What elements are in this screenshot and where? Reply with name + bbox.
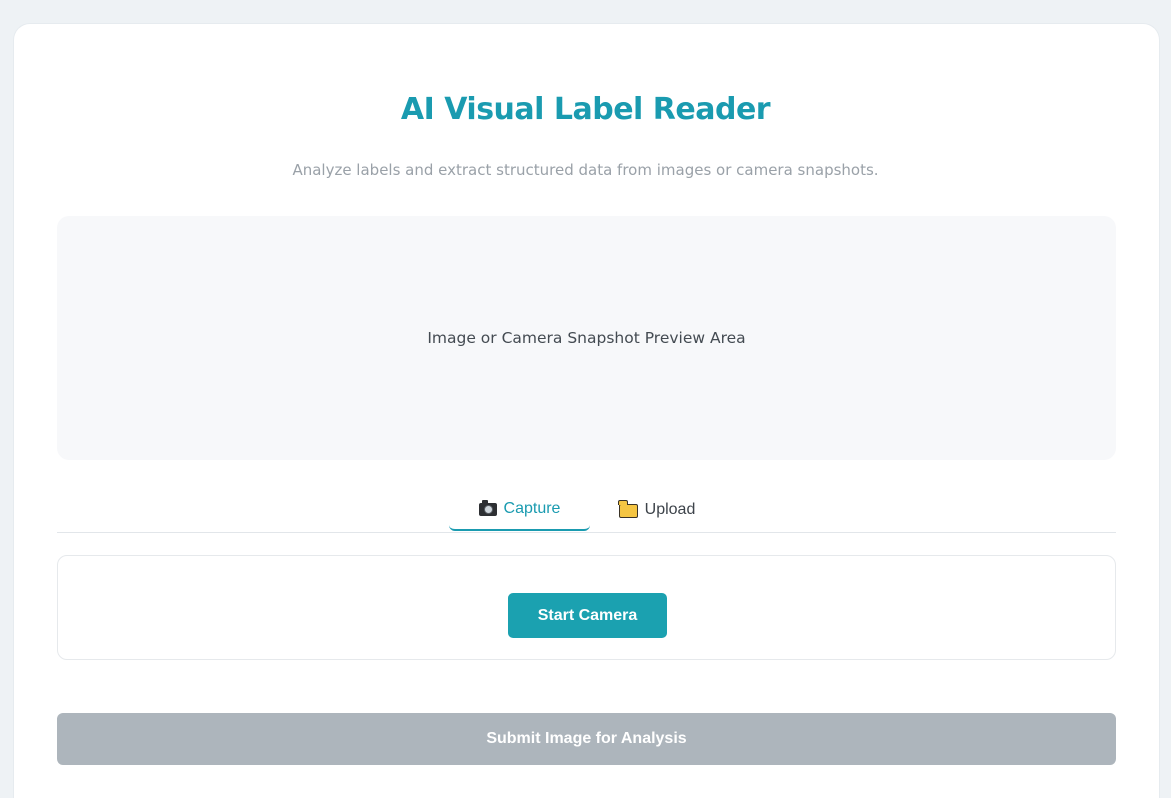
tab-upload-label: Upload <box>644 500 696 518</box>
mode-tabs: Capture Upload <box>57 488 1116 533</box>
folder-icon <box>618 499 638 518</box>
page-subtitle: Analyze labels and extract structured da… <box>292 161 879 179</box>
tab-capture[interactable]: Capture <box>449 488 590 531</box>
page-title: AI Visual Label Reader <box>400 92 771 127</box>
image-preview-area: Image or Camera Snapshot Preview Area <box>57 216 1116 460</box>
tab-capture-label: Capture <box>503 499 561 517</box>
submit-analysis-button[interactable]: Submit Image for Analysis <box>57 713 1116 765</box>
capture-panel: Start Camera <box>57 555 1116 660</box>
tab-upload[interactable]: Upload <box>605 488 709 531</box>
start-camera-button[interactable]: Start Camera <box>508 593 667 638</box>
camera-icon <box>478 500 497 516</box>
preview-placeholder-text: Image or Camera Snapshot Preview Area <box>427 329 746 347</box>
page: AI Visual Label Reader Analyze labels an… <box>0 0 1171 798</box>
